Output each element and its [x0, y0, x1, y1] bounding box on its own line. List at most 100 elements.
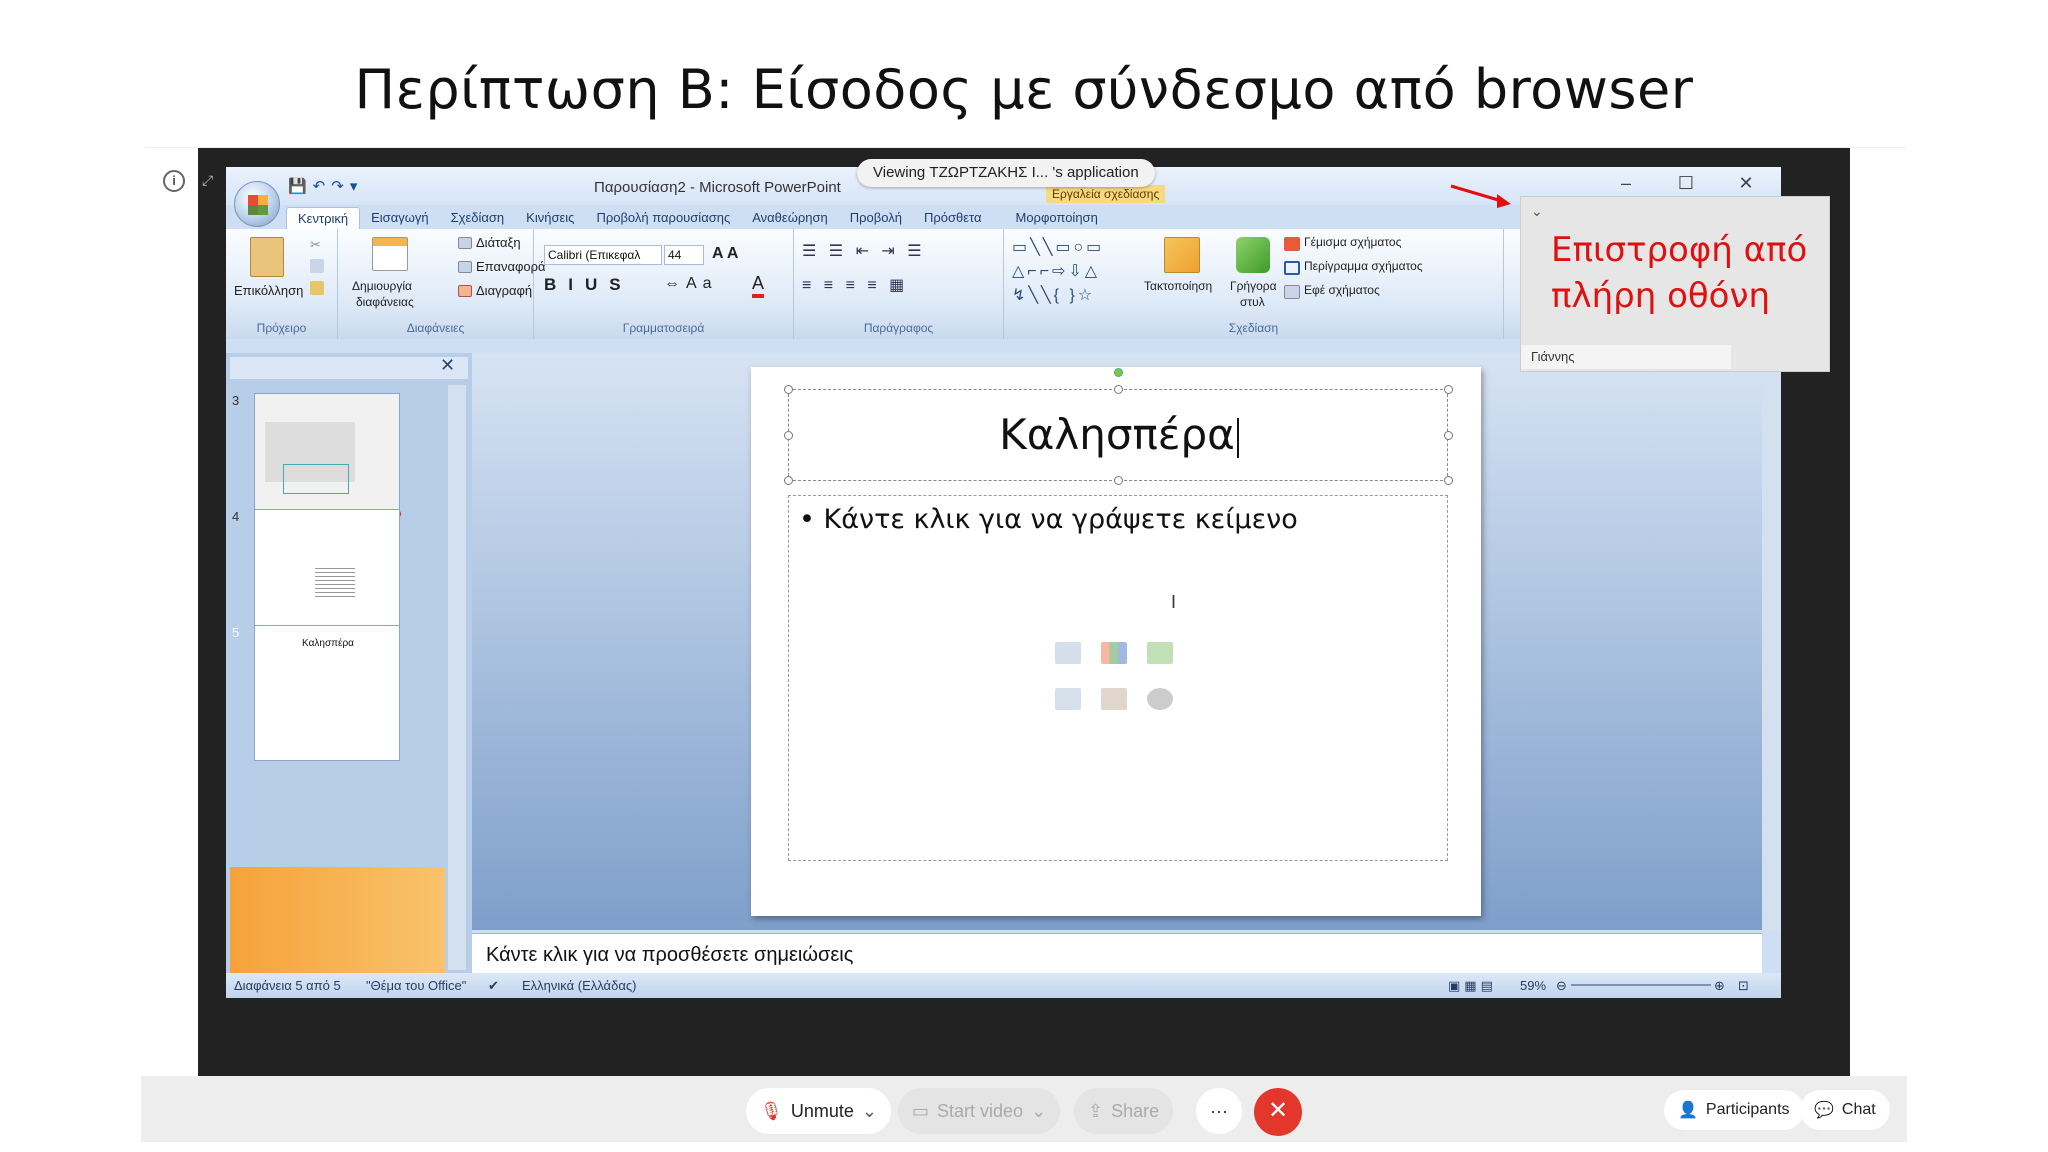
maximize-icon[interactable]: ☐ — [1666, 173, 1706, 197]
content-placeholder[interactable]: • Κάντε κλικ για να γράψετε κείμενο I — [788, 495, 1448, 861]
new-slide-label-2[interactable]: διαφάνειας — [356, 295, 414, 309]
unmute-label: Unmute — [790, 1100, 854, 1121]
paste-icon[interactable] — [250, 237, 284, 277]
notes-pane[interactable]: Κάντε κλικ για να προσθέσετε σημειώσεις — [472, 933, 1762, 973]
tab-review[interactable]: Αναθεώρηση — [741, 207, 839, 229]
font-name-select[interactable]: Calibri (Επικεφαλ — [544, 245, 662, 265]
slide-title[interactable]: Καλησπέρα — [789, 410, 1449, 459]
share-button[interactable]: ⇪ Share — [1074, 1088, 1174, 1134]
rotate-handle[interactable] — [1114, 368, 1123, 377]
bullet-text[interactable]: • Κάντε κλικ για να γράψετε κείμενο — [799, 504, 1298, 535]
shape-outline-button[interactable]: Περίγραμμα σχήματος — [1304, 259, 1423, 273]
resize-handle[interactable] — [1444, 385, 1453, 394]
grow-font-icon[interactable]: A A — [712, 245, 738, 263]
chevron-down-icon[interactable]: ⌄ — [1031, 1101, 1046, 1122]
tab-home[interactable]: Κεντρική — [286, 207, 361, 229]
resize-handle[interactable] — [1444, 431, 1453, 440]
shapes-gallery[interactable]: ▭╲╲▭○▭ — [1012, 237, 1104, 257]
unmute-button[interactable]: 🎙 Unmute ⌄ — [746, 1088, 891, 1134]
reset-icon — [458, 261, 472, 273]
align-icons[interactable]: ≡ ≡ ≡ ≡ ▦ — [802, 275, 908, 295]
resize-handle[interactable] — [1444, 476, 1453, 485]
fullscreen-popup[interactable]: ⌄ Επιστροφή από πλήρη οθόνη Γιάννης — [1520, 196, 1830, 372]
notes-placeholder[interactable]: Κάντε κλικ για να προσθέσετε σημειώσεις — [486, 944, 853, 967]
resize-handle[interactable] — [784, 476, 793, 485]
slide-thumbnail-5[interactable]: Καλησπέρα — [254, 625, 400, 761]
quick-access-toolbar[interactable]: 💾↶↷▾ — [288, 177, 363, 195]
zoom-level[interactable]: 59% — [1520, 978, 1546, 993]
vertical-scrollbar[interactable] — [1762, 353, 1781, 930]
title-placeholder[interactable]: Καλησπέρα — [784, 368, 1453, 485]
copy-icon[interactable] — [310, 259, 324, 273]
quick-styles-icon[interactable] — [1236, 237, 1270, 273]
tab-animations[interactable]: Κινήσεις — [515, 207, 585, 229]
clipboard-group: Επικόλληση ✂ Πρόχειρο — [226, 229, 338, 339]
pane-tabs[interactable] — [230, 357, 468, 379]
zoom-out-icon[interactable]: ⊖ — [1556, 978, 1567, 994]
font-size-select[interactable]: 44 — [664, 245, 704, 265]
close-pane-icon[interactable]: ✕ — [440, 355, 455, 376]
exit-fullscreen-text[interactable]: Επιστροφή από πλήρη οθόνη — [1551, 227, 1807, 319]
end-call-button[interactable]: ✕ — [1254, 1088, 1302, 1136]
zoom-slider[interactable] — [1571, 984, 1711, 986]
tab-format[interactable]: Μορφοποίηση — [1004, 207, 1108, 229]
context-tab-label: Εργαλεία σχεδίασης — [1046, 185, 1166, 203]
spacing-case-icons[interactable]: ⇔Aa — [664, 275, 718, 293]
resize-handle[interactable] — [784, 385, 793, 394]
insert-media-icon[interactable] — [1147, 688, 1173, 710]
resize-handle[interactable] — [1114, 385, 1123, 394]
close-icon[interactable]: ✕ — [1726, 173, 1766, 197]
resize-handle[interactable] — [784, 431, 793, 440]
list-icons[interactable]: ☰ ☰ ⇤ ⇥ ☰ — [802, 241, 926, 261]
delete-button[interactable]: Διαγραφή — [476, 283, 532, 298]
presenter-name: Γιάννης — [1521, 345, 1731, 369]
more-options-button[interactable]: ··· — [1196, 1088, 1242, 1134]
tab-addins[interactable]: Πρόσθετα — [913, 207, 993, 229]
start-video-button[interactable]: ▭ Start video ⌄ — [898, 1088, 1061, 1134]
shapes-gallery-row3[interactable]: ↯╲╲{ }☆ — [1012, 285, 1095, 305]
arrange-label[interactable]: Τακτοποίηση — [1144, 279, 1212, 293]
fit-window-icon[interactable]: ⊡ — [1738, 978, 1749, 994]
new-slide-label[interactable]: Δημιουργία — [352, 279, 412, 293]
font-color-icon[interactable]: A — [752, 273, 765, 298]
office-button[interactable] — [234, 181, 280, 227]
thumb-title: Καλησπέρα — [302, 638, 354, 649]
arrange-icon[interactable] — [1164, 237, 1200, 273]
shapes-gallery-row2[interactable]: △⌐⌐⇨⇩△ — [1012, 261, 1100, 281]
cut-icon[interactable]: ✂ — [310, 237, 324, 252]
font-group: Calibri (Επικεφαλ 44 A A BIUS ⇔Aa A Γραμ… — [534, 229, 794, 339]
shape-effects-button[interactable]: Εφέ σχήματος — [1304, 283, 1380, 297]
view-buttons[interactable]: ▣▦▤ — [1448, 978, 1497, 994]
insert-chart-icon[interactable] — [1101, 642, 1127, 664]
pane-scrollbar[interactable] — [448, 385, 466, 970]
tab-insert[interactable]: Εισαγωγή — [360, 207, 439, 229]
tab-design[interactable]: Σχεδίαση — [440, 207, 516, 229]
participants-button[interactable]: 👤 Participants — [1664, 1090, 1804, 1130]
insert-table-icon[interactable] — [1055, 642, 1081, 664]
chevron-down-icon[interactable]: ⌄ — [862, 1101, 877, 1122]
info-icon[interactable]: i — [163, 170, 185, 192]
tab-slideshow[interactable]: Προβολή παρουσίασης — [585, 207, 741, 229]
quick-styles-label-2[interactable]: στυλ — [1240, 295, 1265, 309]
shape-fill-button[interactable]: Γέμισμα σχήματος — [1304, 235, 1401, 249]
zoom-in-icon[interactable]: ⊕ — [1714, 978, 1725, 994]
format-painter-icon[interactable] — [310, 281, 324, 295]
tab-view[interactable]: Προβολή — [839, 207, 913, 229]
popup-line-1: Επιστροφή από — [1551, 230, 1808, 270]
chevron-down-icon[interactable]: ⌄ — [1531, 203, 1543, 220]
resize-handle[interactable] — [1114, 476, 1123, 485]
language[interactable]: Ελληνικά (Ελλάδας) — [522, 978, 636, 993]
spellcheck-icon[interactable]: ✔ — [488, 978, 499, 994]
new-slide-icon[interactable] — [372, 237, 408, 271]
expand-icon[interactable]: ⤢ — [202, 172, 213, 189]
quick-styles-label[interactable]: Γρήγορα — [1230, 279, 1277, 293]
insert-smartart-icon[interactable] — [1147, 642, 1173, 664]
minimize-icon[interactable]: – — [1606, 173, 1646, 197]
paste-label[interactable]: Επικόλληση — [234, 283, 303, 298]
insert-picture-icon[interactable] — [1055, 688, 1081, 710]
chat-button[interactable]: 💬 Chat — [1800, 1090, 1890, 1130]
theme-name: "Θέμα του Office" — [366, 978, 467, 993]
insert-clipart-icon[interactable] — [1101, 688, 1127, 710]
layout-button[interactable]: Διάταξη — [476, 235, 521, 250]
format-buttons[interactable]: BIUS — [544, 275, 633, 295]
